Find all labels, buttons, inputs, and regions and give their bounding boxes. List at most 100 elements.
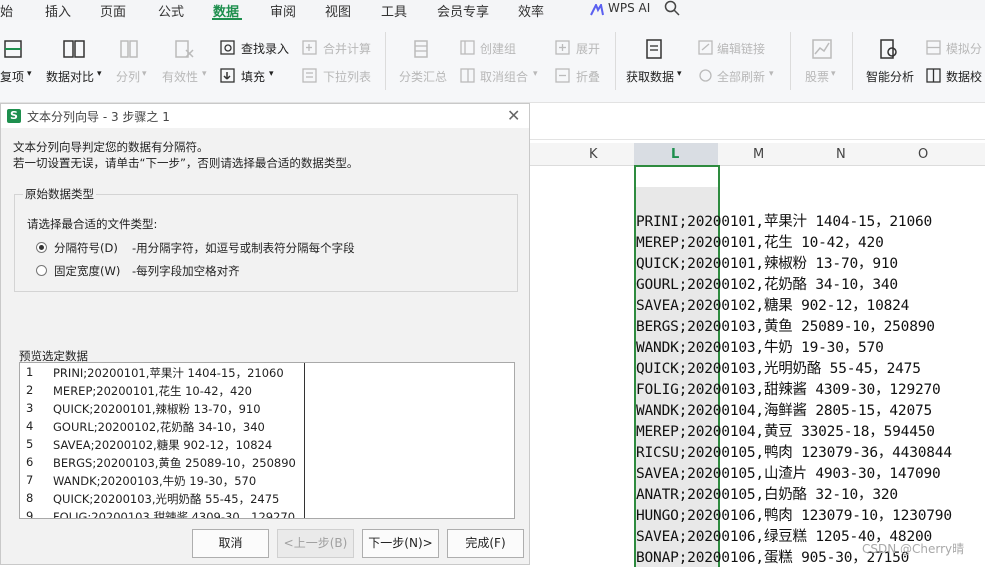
cell-row[interactable]: RICSU;20200105,鸭肉 123079-36，4430844 bbox=[636, 441, 952, 462]
search-icon[interactable] bbox=[664, 0, 680, 16]
validity-button[interactable]: 有效性 bbox=[162, 68, 198, 85]
menu-view[interactable]: 视图 bbox=[325, 1, 351, 20]
stock-dropdown-icon[interactable]: ▾ bbox=[831, 69, 836, 79]
prev-step-button[interactable]: <上一步(B) bbox=[277, 529, 354, 558]
column-header-o[interactable]: O bbox=[918, 147, 928, 162]
next-step-button[interactable]: 下一步(N)> bbox=[362, 529, 439, 558]
wps-logo-icon: S bbox=[7, 109, 21, 123]
preview-row-text: PRINI;20200101,苹果汁 1404-15，21060 bbox=[53, 366, 284, 380]
merge-calc-button[interactable]: 合并计算 bbox=[323, 40, 371, 57]
cell-row[interactable]: MEREP;20200104,黄豆 33025-18，594450 bbox=[636, 420, 935, 441]
subtotal-button[interactable]: 分类汇总 bbox=[399, 68, 447, 85]
data-check-button[interactable]: 数据校 bbox=[946, 68, 982, 85]
cell-row[interactable]: WANDK;20200103,牛奶 19-30，570 bbox=[636, 336, 884, 357]
text-to-columns-dialog: S 文本分列向导 - 3 步骤之 1 ✕ 文本分列向导判定您的数据有分隔符。 若… bbox=[0, 103, 530, 565]
ungroup-dropdown-icon[interactable]: ▾ bbox=[533, 69, 538, 79]
data-compare-dropdown-icon[interactable]: ▾ bbox=[97, 69, 102, 79]
cell-row[interactable]: ANATR;20200105,白奶酪 32-10，320 bbox=[636, 483, 898, 504]
menu-review[interactable]: 审阅 bbox=[270, 1, 296, 20]
find-entry-icon bbox=[220, 40, 235, 55]
cell-row[interactable]: MEREP;20200101,花生 10-42，420 bbox=[636, 231, 884, 252]
preview-list[interactable]: 1 PRINI;20200101,苹果汁 1404-15，21060 2 MEREP… bbox=[19, 362, 515, 519]
data-compare-button[interactable]: 数据对比 bbox=[46, 68, 94, 85]
column-header-m[interactable]: M bbox=[753, 147, 764, 162]
delimited-radio[interactable] bbox=[36, 242, 47, 253]
collapse-button[interactable]: 折叠 bbox=[576, 68, 600, 85]
preview-row-number: 6 bbox=[26, 455, 34, 469]
menu-formula[interactable]: 公式 bbox=[158, 1, 184, 20]
cell-row[interactable]: QUICK;20200103,光明奶酪 55-45，2475 bbox=[636, 357, 921, 378]
refresh-dropdown-icon[interactable]: ▾ bbox=[769, 69, 774, 79]
group-title: 原始数据类型 bbox=[23, 186, 96, 202]
expand-button[interactable]: 展开 bbox=[576, 40, 600, 57]
cell-row[interactable]: SAVEA;20200105,山渣片 4903-30，147090 bbox=[636, 462, 941, 483]
stock-button[interactable]: 股票 bbox=[805, 68, 829, 85]
split-column-button[interactable]: 分列 bbox=[116, 68, 140, 85]
preview-row-number: 7 bbox=[26, 473, 34, 487]
wps-ai-button[interactable]: WPS AI bbox=[608, 1, 650, 15]
cell-row[interactable]: BERGS;20200103,黄鱼 25089-10，250890 bbox=[636, 315, 935, 336]
fixed-width-label[interactable]: 固定宽度(W) bbox=[54, 263, 120, 279]
dialog-titlebar[interactable]: S 文本分列向导 - 3 步骤之 1 ✕ bbox=[1, 104, 529, 128]
duplicate-dropdown-icon[interactable]: ▾ bbox=[27, 69, 32, 79]
formula-bar[interactable] bbox=[530, 103, 985, 140]
create-group-button[interactable]: 创建组 bbox=[480, 40, 516, 57]
cell-row[interactable]: QUICK;20200101,辣椒粉 13-70，910 bbox=[636, 252, 898, 273]
preview-row: 9 FOLIG;20200103,甜辣酱 4309-30，129270 bbox=[20, 507, 300, 519]
cell-row[interactable]: FOLIG;20200103,甜辣酱 4309-30，129270 bbox=[636, 378, 941, 399]
menu-start[interactable]: 始 bbox=[0, 1, 13, 20]
delimited-label[interactable]: 分隔符号(D) bbox=[54, 240, 118, 256]
edit-links-icon bbox=[698, 40, 713, 55]
ribbon-separator bbox=[385, 32, 386, 90]
preview-row: 1 PRINI;20200101,苹果汁 1404-15，21060 bbox=[20, 363, 300, 381]
preview-scrollbar[interactable]: ▲ ▼ bbox=[514, 363, 515, 518]
fixed-width-radio[interactable] bbox=[36, 265, 47, 276]
cell-row[interactable]: WANDK;20200104,海鲜酱 2805-15，42075 bbox=[636, 399, 932, 420]
ungroup-button[interactable]: 取消组合 bbox=[480, 68, 528, 85]
fill-button[interactable]: 填充 bbox=[241, 68, 265, 85]
refresh-all-button[interactable]: 全部刷新 bbox=[717, 68, 765, 85]
cell-row[interactable]: HUNGO;20200106,鸭肉 123079-10，1230790 bbox=[636, 504, 952, 525]
wps-ai-logo-icon bbox=[590, 4, 604, 16]
preview-row-text: FOLIG;20200103,甜辣酱 4309-30，129270 bbox=[53, 510, 296, 519]
edit-links-button[interactable]: 编辑链接 bbox=[717, 40, 765, 57]
menu-efficiency[interactable]: 效率 bbox=[518, 1, 544, 20]
finish-button[interactable]: 完成(F) bbox=[447, 529, 524, 558]
cell-row[interactable]: SAVEA;20200102,糖果 902-12，10824 bbox=[636, 294, 909, 315]
fixed-width-description: -每列字段加空格对齐 bbox=[132, 264, 240, 278]
menu-insert[interactable]: 插入 bbox=[45, 1, 71, 20]
preview-row: 7 WANDK;20200103,牛奶 19-30，570 bbox=[20, 471, 300, 489]
get-data-dropdown-icon[interactable]: ▾ bbox=[677, 69, 682, 79]
validity-icon bbox=[175, 40, 194, 58]
column-header-n[interactable]: N bbox=[836, 147, 846, 162]
menu-member[interactable]: 会员专享 bbox=[437, 1, 489, 20]
column-header-l[interactable]: L bbox=[671, 147, 679, 162]
close-icon[interactable]: ✕ bbox=[507, 106, 520, 125]
create-group-icon bbox=[460, 40, 475, 55]
duplicate-button[interactable]: 复项 bbox=[0, 68, 24, 85]
empty-cell[interactable] bbox=[636, 167, 718, 187]
choose-file-type-label: 请选择最合适的文件类型: bbox=[27, 217, 158, 231]
menu-page[interactable]: 页面 bbox=[100, 1, 126, 20]
dropdown-list-button[interactable]: 下拉列表 bbox=[323, 68, 371, 85]
find-entry-button[interactable]: 查找录入 bbox=[241, 40, 289, 57]
cell-row[interactable]: GOURL;20200102,花奶酪 34-10，340 bbox=[636, 273, 898, 294]
fill-dropdown-icon[interactable]: ▾ bbox=[269, 69, 274, 79]
menu-bar: 始 插入 页面 公式 数据 审阅 视图 工具 会员专享 效率 WPS AI bbox=[0, 0, 985, 20]
column-header-l-selected[interactable]: L bbox=[634, 143, 718, 167]
validity-dropdown-icon[interactable]: ▾ bbox=[202, 69, 207, 79]
menu-tools[interactable]: 工具 bbox=[381, 1, 407, 20]
preview-row-number: 3 bbox=[26, 401, 34, 415]
preview-row: 2 MEREP;20200101,花生 10-42，420 bbox=[20, 381, 300, 399]
preview-row: 5 SAVEA;20200102,糖果 902-12，10824 bbox=[20, 435, 300, 453]
split-dropdown-icon[interactable]: ▾ bbox=[142, 69, 147, 79]
collapse-icon bbox=[555, 68, 570, 83]
get-data-button[interactable]: 获取数据 bbox=[626, 68, 674, 85]
watermark: CSDN @Cherry晴 bbox=[862, 542, 965, 556]
smart-analysis-button[interactable]: 智能分析 bbox=[866, 68, 914, 85]
cancel-button[interactable]: 取消 bbox=[192, 529, 269, 558]
dropdown-list-icon bbox=[302, 68, 317, 83]
cell-row[interactable]: PRINI;20200101,苹果汁 1404-15，21060 bbox=[636, 210, 932, 231]
simulate-button[interactable]: 模拟分 bbox=[946, 40, 982, 57]
column-header-k[interactable]: K bbox=[589, 147, 598, 162]
